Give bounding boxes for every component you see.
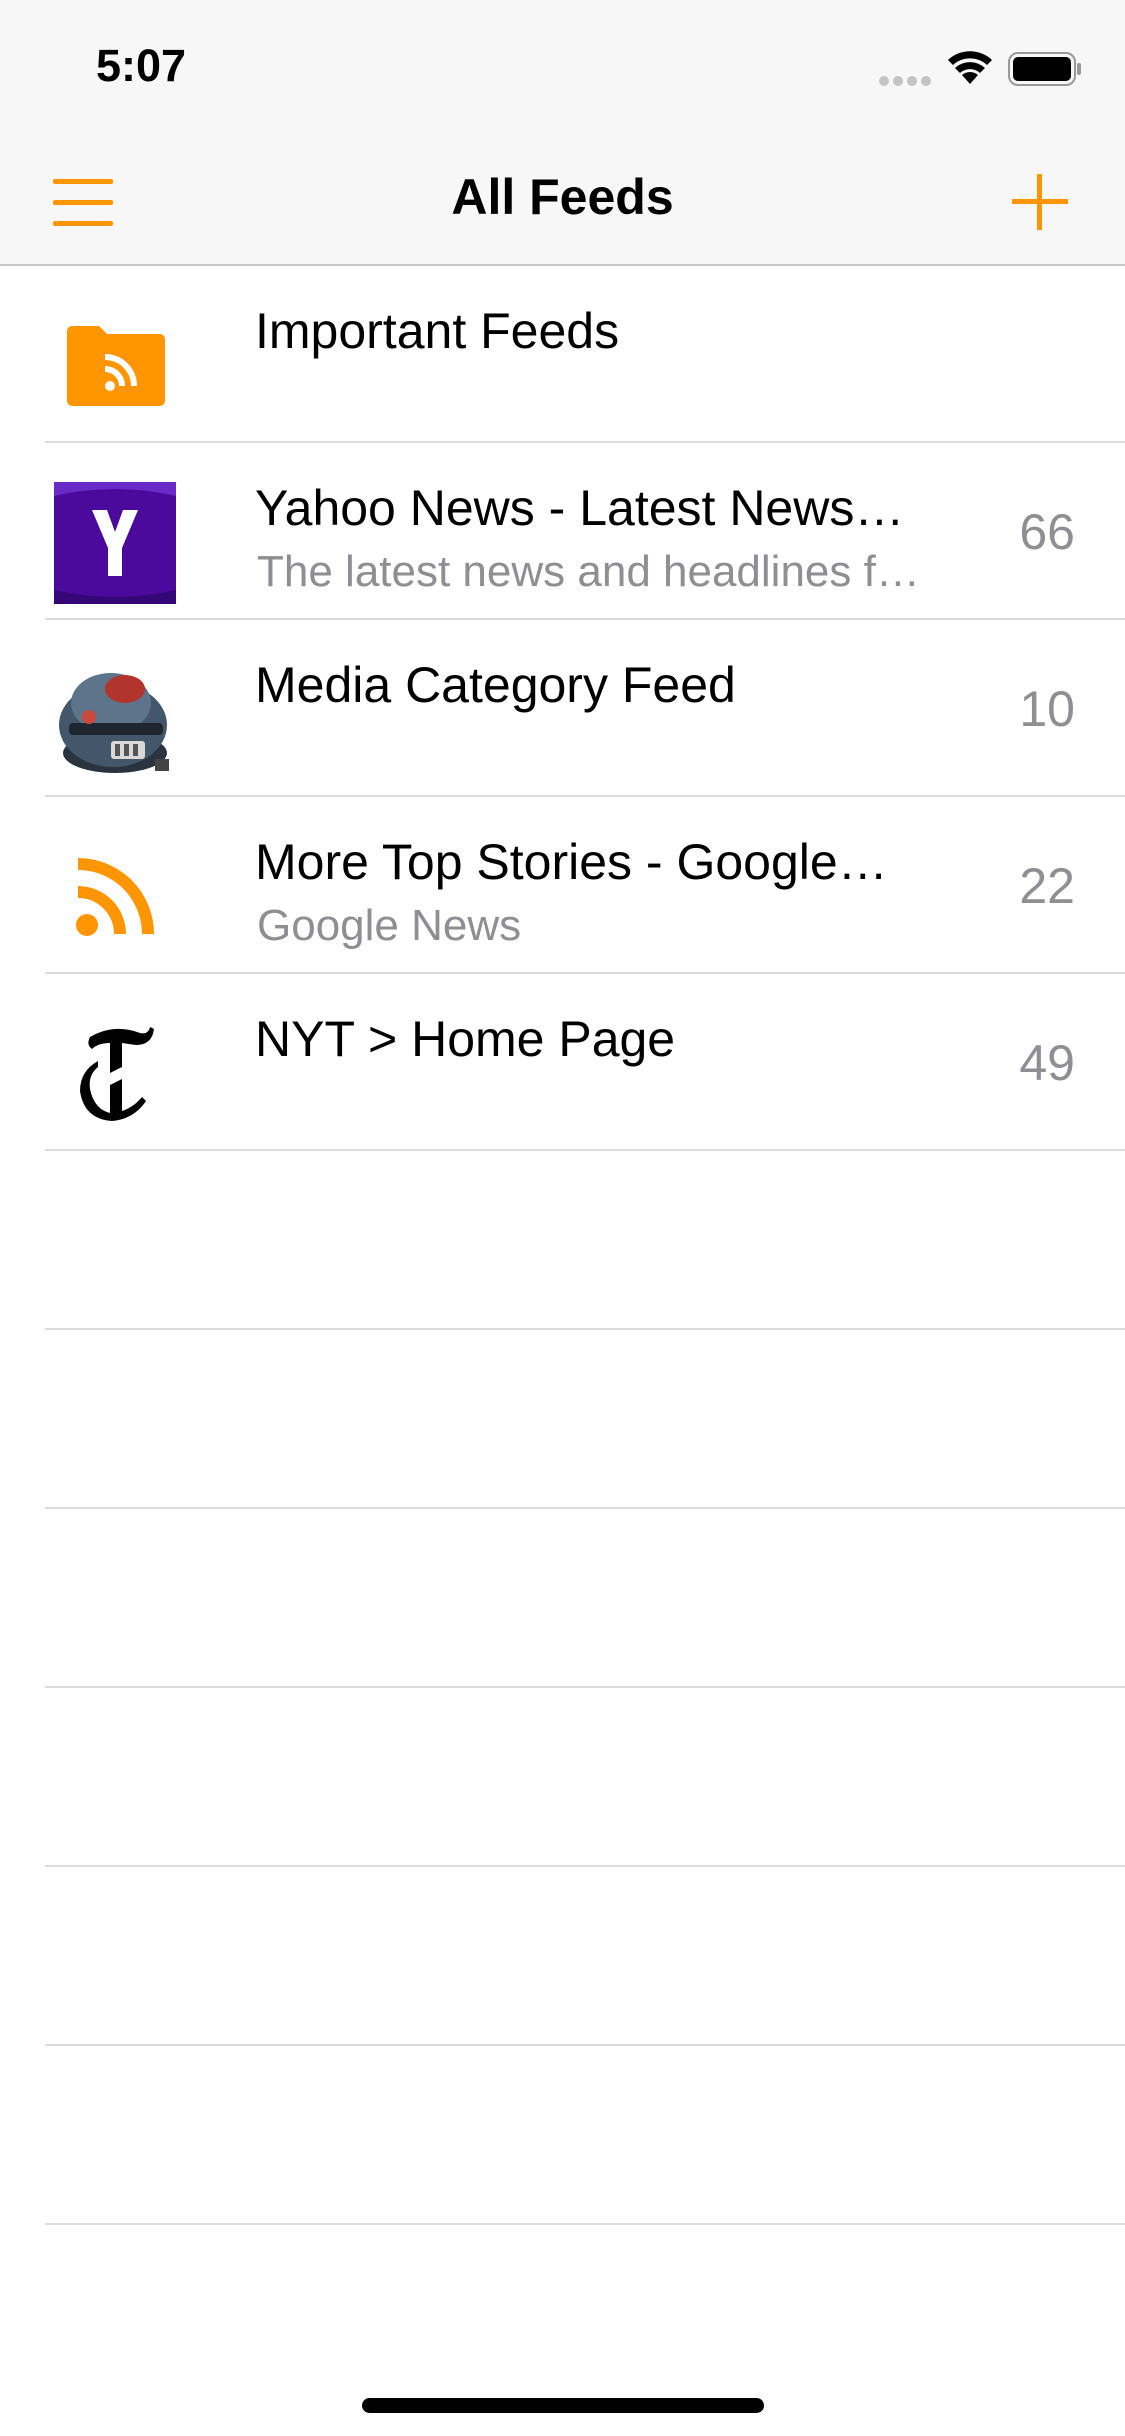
- page-title: All Feeds: [451, 169, 674, 225]
- status-time: 5:07: [96, 40, 187, 91]
- empty-row: [0, 1867, 1125, 2046]
- feed-row-important-feeds[interactable]: Important Feeds: [0, 266, 1125, 443]
- row-divider: [45, 2223, 1125, 2225]
- feed-title: Media Category Feed: [255, 657, 736, 713]
- unread-count: 66: [1019, 504, 1075, 560]
- feed-title: NYT > Home Page: [255, 1011, 676, 1067]
- feed-title: More Top Stories - Google…: [255, 834, 888, 890]
- folder-rss-icon: [50, 306, 180, 426]
- feed-title: Important Feeds: [255, 303, 620, 359]
- feed-row-media-category[interactable]: Media Category Feed 10: [0, 620, 1125, 797]
- feed-row-google-news[interactable]: More Top Stories - Google… Google News 2…: [0, 797, 1125, 974]
- unread-count: 22: [1019, 858, 1075, 914]
- feed-subtitle: The latest news and headlines f…: [257, 547, 920, 596]
- home-indicator[interactable]: [362, 2398, 764, 2413]
- empty-row: [0, 1330, 1125, 1509]
- feed-title: Yahoo News - Latest News…: [255, 480, 905, 536]
- nyt-logo-icon: [50, 1014, 180, 1134]
- feed-subtitle: Google News: [257, 901, 522, 950]
- cellular-signal-icon: [879, 76, 931, 86]
- empty-row: [0, 1688, 1125, 1867]
- empty-row: [0, 1509, 1125, 1688]
- battery-icon: [1008, 52, 1081, 86]
- feed-list: Important Feeds Yahoo News - Latest News…: [0, 266, 1125, 2225]
- navigation-bar: All Feeds: [0, 132, 1125, 266]
- yahoo-logo-icon: [50, 482, 180, 604]
- status-bar: 5:07: [0, 0, 1125, 132]
- feed-row-nyt[interactable]: NYT > Home Page 49: [0, 974, 1125, 1151]
- unread-count: 10: [1019, 681, 1075, 737]
- empty-row: [0, 1151, 1125, 1330]
- rss-icon: [50, 837, 180, 957]
- add-feed-button[interactable]: [1000, 162, 1080, 242]
- empty-row: [0, 2046, 1125, 2225]
- feed-row-yahoo-news[interactable]: Yahoo News - Latest News… The latest new…: [0, 443, 1125, 620]
- unread-count: 49: [1019, 1035, 1075, 1091]
- plus-icon: [1012, 174, 1068, 230]
- robot-helmet-icon: [50, 660, 180, 780]
- wifi-icon: [948, 51, 992, 84]
